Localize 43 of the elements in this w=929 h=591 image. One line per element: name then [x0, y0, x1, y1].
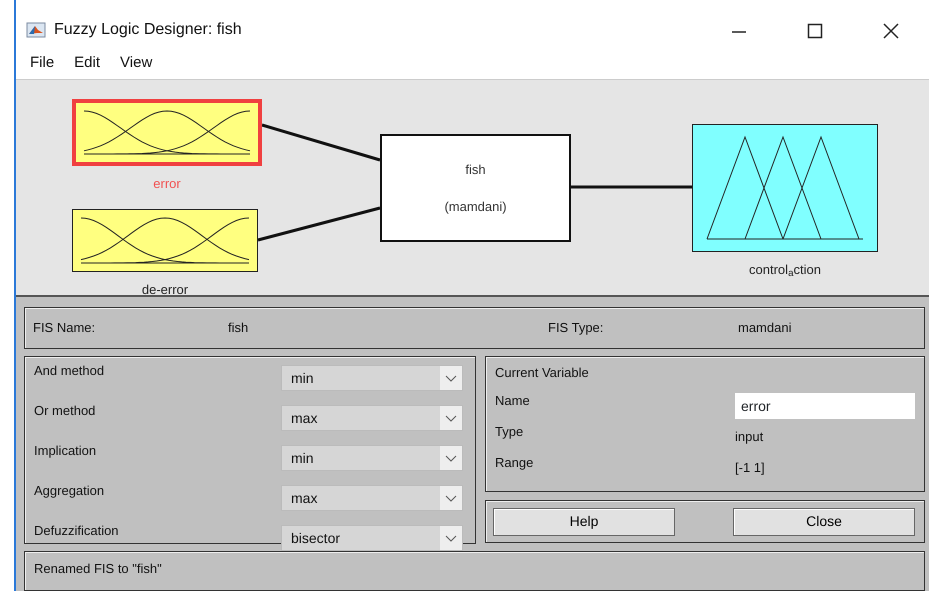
dialog-button[interactable]: Close [733, 508, 915, 536]
method-dropdown[interactable]: max [281, 405, 463, 431]
variable-value: [-1 1] [735, 459, 765, 478]
status-message: Renamed FIS to "fish" [34, 561, 162, 576]
method-label: Or method [34, 402, 96, 420]
input-variable-label: de-error [140, 281, 190, 299]
app-icon [26, 22, 46, 38]
variable-label: Range [495, 454, 534, 472]
system-type: (mamdani) [444, 198, 507, 216]
input-variable-label: error [152, 175, 182, 193]
fis-type-value: mamdani [738, 319, 792, 338]
variable-value: input [735, 428, 764, 446]
menu-item[interactable]: File [24, 52, 60, 75]
chevron-down-icon [445, 414, 457, 422]
fis-name-label: FIS Name: [33, 319, 96, 338]
chevron-down-icon [445, 494, 457, 502]
fis-name-value: fish [228, 319, 250, 338]
method-dropdown[interactable]: min [281, 365, 463, 391]
chevron-down-icon [445, 454, 457, 462]
method-dropdown[interactable]: max [281, 485, 463, 511]
variable-label: Type [495, 422, 524, 441]
output-variable-node[interactable] [692, 124, 878, 252]
method-label: And method [34, 362, 104, 380]
input-variable-node[interactable] [72, 209, 258, 272]
fis-type-label: FIS Type: [548, 319, 604, 338]
menu-item[interactable]: Edit [68, 52, 106, 75]
method-dropdown[interactable]: min [281, 445, 463, 471]
section-title: Current Variable [495, 364, 589, 382]
name-field[interactable]: error [735, 393, 915, 419]
fis-system-node[interactable]: fish (mamdani) [380, 134, 571, 242]
chevron-down-icon [445, 374, 457, 382]
method-dropdown[interactable]: bisector [281, 525, 463, 551]
method-label: Aggregation [34, 482, 104, 500]
method-label: Implication [34, 442, 96, 460]
chevron-down-icon [445, 534, 457, 542]
window-title: Fuzzy Logic Designer: fish [54, 20, 242, 40]
variable-label: Name [495, 392, 531, 410]
dialog-button[interactable]: Help [493, 508, 675, 536]
input-variable-node[interactable] [72, 99, 262, 166]
method-label: Defuzzification [34, 522, 119, 540]
system-name: fish [465, 160, 486, 178]
output-variable-label: control$_{a}$ction [748, 261, 822, 280]
menu-item[interactable]: View [114, 52, 158, 75]
